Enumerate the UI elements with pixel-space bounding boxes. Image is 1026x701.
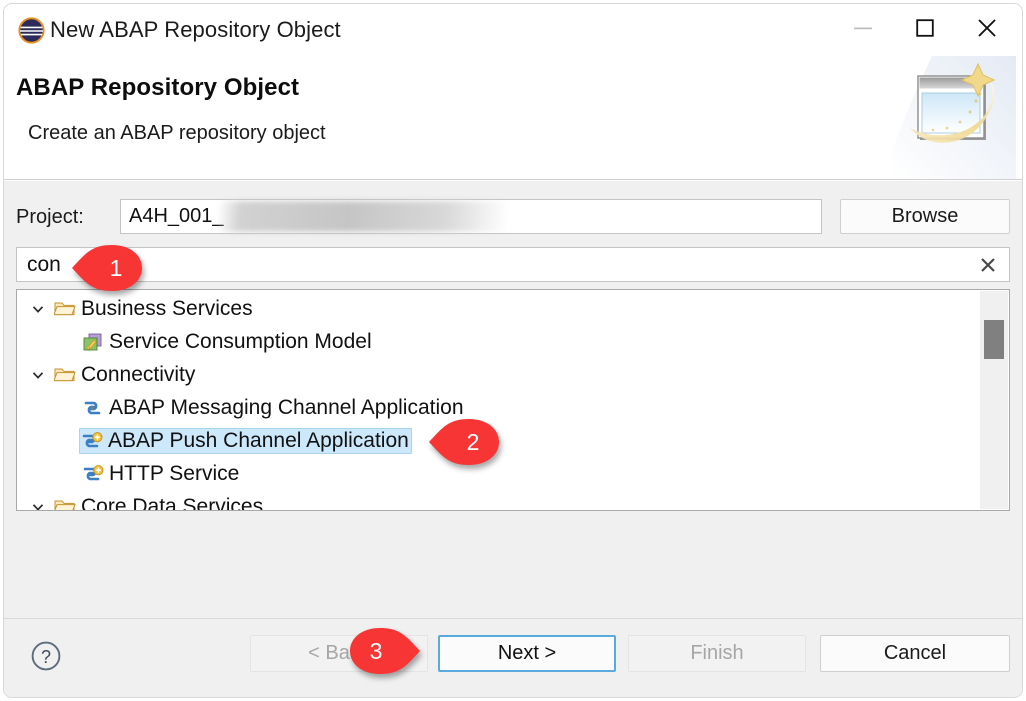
tree-row[interactable]: ABAP Messaging Channel Application	[17, 391, 977, 424]
dialog-footer: ? < Back Next > Finish Cancel	[4, 618, 1022, 697]
next-button[interactable]: Next >	[438, 635, 616, 672]
new-abap-repository-object-dialog: New ABAP Repository Object ABAP Reposito…	[0, 0, 1026, 701]
tree-row-label: Business Services	[81, 296, 253, 320]
tree-row[interactable]: Core Data Services	[17, 490, 977, 511]
browse-button[interactable]: Browse	[840, 199, 1010, 234]
tree-row-label: Core Data Services	[81, 494, 264, 511]
page-description: Create an ABAP repository object	[28, 122, 326, 144]
tree-row-label: ABAP Push Channel Application	[108, 428, 409, 452]
dialog-body: Project: Browse	[4, 181, 1022, 618]
tree-row[interactable]: Connectivity	[17, 358, 977, 391]
folder-open-icon	[53, 298, 77, 320]
page-title: ABAP Repository Object	[16, 74, 300, 101]
chevron-down-icon[interactable]	[27, 500, 49, 510]
cancel-button[interactable]: Cancel	[820, 635, 1010, 672]
vertical-scrollbar[interactable]	[980, 291, 1008, 509]
window-title: New ABAP Repository Object	[50, 17, 341, 42]
selection-highlight: ABAP Push Channel Application	[79, 427, 412, 454]
project-input[interactable]	[120, 199, 822, 234]
back-button[interactable]: < Back	[250, 635, 428, 672]
channel-new-icon	[81, 463, 105, 485]
filter-input[interactable]	[17, 248, 957, 281]
close-button[interactable]	[956, 5, 1018, 55]
tree-row-label: Service Consumption Model	[109, 329, 372, 353]
wizard-banner-icon	[892, 56, 1016, 179]
chevron-down-icon[interactable]	[27, 302, 49, 316]
title-bar: New ABAP Repository Object	[4, 4, 1022, 56]
folder-open-icon	[53, 496, 77, 510]
tree-row-label: HTTP Service	[109, 461, 240, 485]
wizard-header: ABAP Repository Object Create an ABAP re…	[4, 56, 1022, 180]
finish-button[interactable]: Finish	[628, 635, 806, 672]
tree-row-label: ABAP Messaging Channel Application	[109, 395, 464, 419]
svg-text:?: ?	[41, 647, 51, 667]
eclipse-icon	[18, 17, 45, 44]
filter-field	[16, 247, 1010, 282]
folder-open-icon	[53, 364, 77, 386]
tree-rows: Business Services Service Consumption Mo…	[17, 292, 977, 511]
project-label: Project:	[16, 206, 84, 228]
close-icon	[974, 15, 1000, 46]
scrollbar-thumb[interactable]	[984, 320, 1004, 359]
tree-row-label: Connectivity	[81, 362, 196, 386]
help-icon[interactable]: ?	[30, 640, 62, 672]
minimize-icon	[851, 21, 875, 39]
tree-row[interactable]: Service Consumption Model	[17, 325, 977, 358]
maximize-icon	[913, 16, 937, 45]
tree-row[interactable]: HTTP Service	[17, 457, 977, 490]
tree-row[interactable]: Business Services	[17, 292, 977, 325]
minimize-button[interactable]	[832, 5, 894, 55]
channel-new-icon	[80, 430, 104, 452]
maximize-button[interactable]	[894, 5, 956, 55]
project-row: Project: Browse	[16, 199, 1010, 237]
clear-x-icon[interactable]	[975, 252, 1001, 278]
object-type-tree[interactable]: Business Services Service Consumption Mo…	[16, 289, 1010, 511]
tree-row-selected[interactable]: ABAP Push Channel Application	[17, 424, 977, 457]
service-model-icon	[81, 331, 105, 353]
chevron-down-icon[interactable]	[27, 368, 49, 382]
channel-icon	[81, 397, 105, 419]
window-controls	[832, 4, 1018, 56]
